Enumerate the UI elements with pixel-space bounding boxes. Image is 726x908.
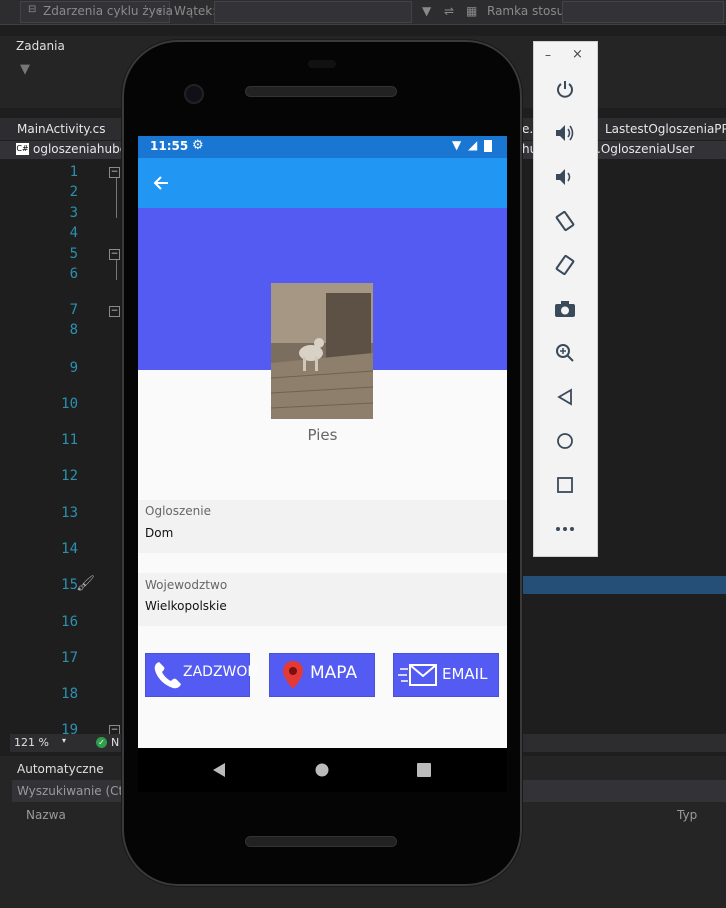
back-icon[interactable] — [550, 384, 580, 410]
stack-frame-dropdown[interactable] — [562, 1, 724, 23]
map-button[interactable]: MAPA — [269, 653, 375, 697]
settings-gear-icon: ⚙ — [192, 138, 204, 153]
column-header-type[interactable]: Typ — [677, 808, 697, 822]
field-label-wojewodztwo: Wojewodztwo — [145, 578, 228, 592]
fold-toggle-icon[interactable]: − — [109, 306, 120, 317]
line-number: 15 — [61, 577, 78, 593]
zoom-level[interactable]: 121 % — [14, 736, 49, 749]
field-value-ogloszenie: Dom — [145, 526, 174, 540]
map-pin-icon — [283, 661, 303, 689]
lifecycle-icon: ⊟ — [28, 4, 37, 15]
call-button[interactable]: ZADZWOŃ — [145, 653, 258, 697]
line-number: 16 — [61, 614, 78, 630]
front-camera — [184, 84, 204, 104]
close-icon[interactable]: × — [572, 47, 583, 62]
filter-icon[interactable]: ▼ — [422, 4, 431, 18]
app-toolbar — [138, 158, 507, 208]
chevron-down-icon: ▾ — [158, 7, 163, 16]
overview-icon[interactable] — [550, 472, 580, 498]
line-number: 18 — [61, 686, 78, 702]
signal-icon: ◢ — [468, 138, 478, 152]
line-number: 1 — [69, 164, 78, 180]
fold-guide — [116, 178, 117, 218]
member-dropdown[interactable]: .OgloszeniaUser — [597, 142, 694, 156]
brush-icon[interactable]: 🖌 — [76, 574, 95, 592]
line-number: 7 — [69, 302, 78, 318]
rotate-left-icon[interactable] — [550, 208, 580, 234]
line-number: 13 — [61, 505, 78, 521]
field-label-ogloszenie: Ogloszenie — [145, 504, 211, 518]
tab-mainactivity[interactable]: MainActivity.cs — [17, 122, 105, 136]
volume-up-icon[interactable] — [550, 120, 580, 146]
nav-home-icon[interactable] — [315, 763, 329, 777]
more-icon[interactable] — [550, 516, 580, 542]
autos-panel-title: Automatyczne — [17, 762, 104, 776]
thread-dropdown[interactable] — [214, 1, 412, 23]
battery-icon — [484, 140, 492, 152]
line-number: 3 — [69, 205, 78, 221]
project-dropdown[interactable]: ogloszeniahuber — [33, 142, 132, 156]
status-time: 11:55 — [150, 139, 189, 153]
map-button-label: MAPA — [310, 663, 358, 683]
bottom-speaker — [245, 836, 397, 847]
call-button-label: ZADZWOŃ — [183, 664, 258, 680]
status-text: N — [111, 736, 120, 749]
wifi-icon: ▼ — [452, 138, 462, 152]
chevron-down-icon[interactable]: ▾ — [62, 736, 66, 745]
zoom-icon[interactable] — [550, 340, 580, 366]
line-number: 12 — [61, 468, 78, 484]
stack-frame-icon: ▦ — [466, 4, 478, 18]
column-header-name[interactable]: Nazwa — [26, 808, 66, 822]
csharp-file-icon: C# — [16, 143, 29, 155]
volume-down-icon[interactable] — [550, 164, 580, 190]
line-number: 14 — [61, 541, 78, 557]
tab-lastestogloszenia[interactable]: LastestOgloszeniaPPag — [605, 122, 726, 136]
power-icon[interactable] — [550, 76, 580, 102]
phone-icon — [154, 662, 181, 689]
check-icon: ✓ — [96, 737, 107, 748]
line-number: 10 — [61, 396, 78, 412]
rotate-right-icon[interactable] — [550, 252, 580, 278]
email-button[interactable]: EMAIL — [393, 653, 499, 697]
clear-filter-icon[interactable]: ⇌ — [444, 4, 454, 18]
fold-toggle-icon[interactable]: − — [109, 249, 120, 260]
android-nav-bar — [138, 748, 507, 792]
line-number: 11 — [61, 432, 78, 448]
nav-back-icon[interactable] — [212, 762, 226, 778]
line-number: 8 — [69, 322, 78, 338]
line-number: 4 — [69, 225, 78, 241]
dog-image — [270, 283, 374, 419]
fold-guide — [116, 260, 117, 280]
lifecycle-events-label: Zdarzenia cyklu życia — [43, 4, 174, 18]
thread-label: Wątek: — [174, 4, 217, 18]
stack-frame-label: Ramka stosu: — [487, 4, 569, 18]
nav-overview-icon[interactable] — [417, 763, 431, 777]
email-button-label: EMAIL — [442, 665, 488, 683]
pet-photo — [270, 283, 374, 419]
line-number: 2 — [69, 184, 78, 200]
camera-icon[interactable] — [550, 296, 580, 322]
back-arrow-icon[interactable] — [152, 174, 170, 192]
top-speaker — [245, 86, 397, 97]
editor-selection — [522, 576, 726, 594]
filter-icon[interactable]: ▼ — [20, 62, 30, 77]
tasks-panel-title: Zadania — [16, 39, 65, 53]
android-status-bar: 11:55 ⚙ ▼ ◢ — [138, 136, 507, 158]
line-number: 6 — [69, 266, 78, 282]
home-icon[interactable] — [550, 428, 580, 454]
mail-icon — [398, 664, 437, 686]
line-number: 17 — [61, 650, 78, 666]
debug-toolbar: ⊟ Zdarzenia cyklu życia ▾ Wątek: ▼ ⇌ ▦ R… — [0, 0, 726, 25]
pet-name: Pies — [307, 426, 338, 444]
field-value-wojewodztwo: Wielkopolskie — [145, 599, 227, 613]
line-number: 5 — [69, 246, 78, 262]
earpiece — [308, 60, 336, 68]
minimize-icon[interactable]: – — [545, 48, 551, 62]
line-number: 9 — [69, 360, 78, 376]
fold-toggle-icon[interactable]: − — [109, 167, 120, 178]
